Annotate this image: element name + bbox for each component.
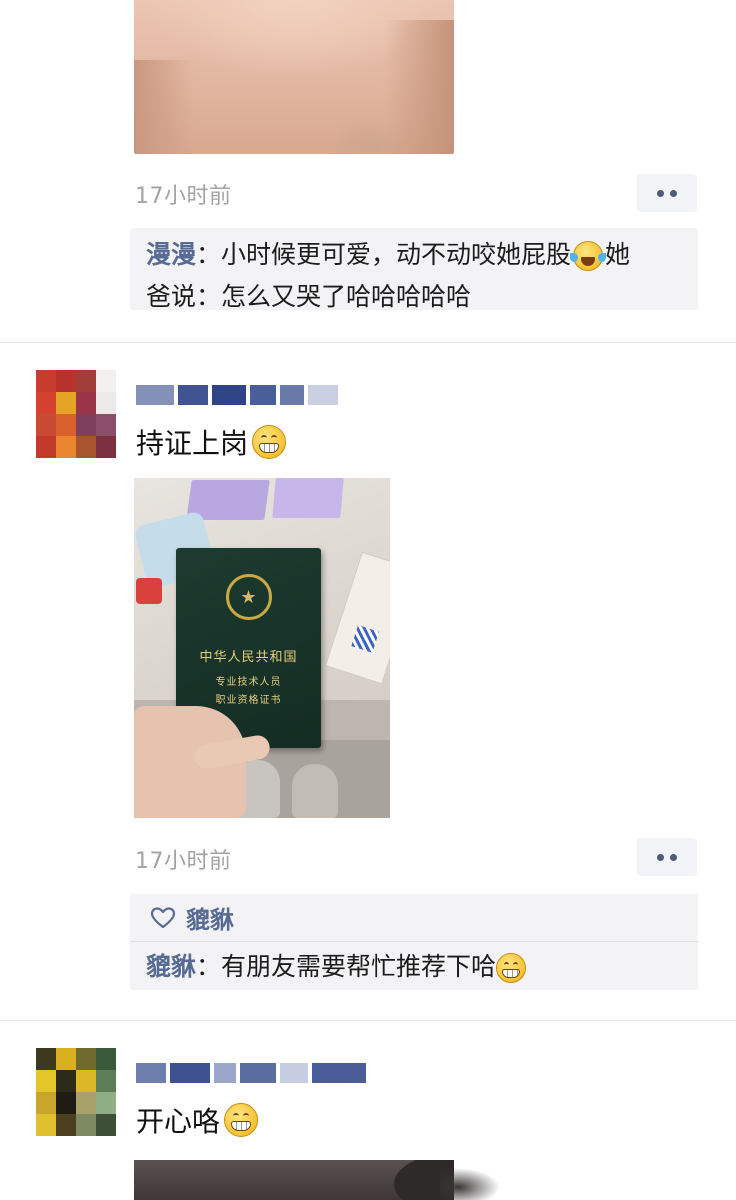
comment-text-tail: 她 xyxy=(605,240,631,269)
moments-feed: 17小时前 漫漫：小时候更可爱，动不动咬她屁股 她 爸说：怎么又哭了哈哈哈哈哈 持… xyxy=(0,0,736,1200)
post-divider xyxy=(0,1020,736,1021)
post-photo[interactable] xyxy=(134,0,454,154)
comment-text-continued: 爸说：怎么又哭了哈哈哈哈哈 xyxy=(146,282,472,311)
dot-icon xyxy=(670,189,677,197)
author-name-pixelated[interactable] xyxy=(136,1060,366,1086)
grinning-face-icon xyxy=(252,425,287,459)
post-timestamp: 17小时前 xyxy=(135,184,232,209)
comment-text: ：小时候更可爱，动不动咬她屁股 xyxy=(196,240,572,269)
post-photo[interactable]: ★ 中华人民共和国 专业技术人员 职业资格证书 xyxy=(134,478,390,818)
red-object xyxy=(136,578,162,604)
liker-name[interactable]: 貔貅 xyxy=(186,900,234,935)
certificate-subtitle: 专业技术人员 xyxy=(215,677,282,688)
more-options-button[interactable] xyxy=(637,838,697,876)
avatar[interactable] xyxy=(36,370,116,458)
comment-item[interactable]: 貔貅：有朋友需要帮忙推荐下哈 xyxy=(146,946,527,988)
comment-item[interactable]: 漫漫：小时候更可爱，动不动咬她屁股 她 xyxy=(146,234,698,276)
post-timestamp: 17小时前 xyxy=(135,849,232,874)
more-options-button[interactable] xyxy=(637,174,697,212)
heart-icon xyxy=(150,906,176,928)
post-text-content: 开心咯 xyxy=(136,1105,221,1138)
post-text: 开心咯 xyxy=(136,1100,259,1140)
comment-text: ：有朋友需要帮忙推荐下哈 xyxy=(196,952,497,981)
comment-author[interactable]: 貔貅 xyxy=(146,952,196,981)
tissue-box xyxy=(272,478,344,518)
qr-code-icon xyxy=(351,625,380,653)
avatar[interactable] xyxy=(36,1048,116,1136)
grinning-face-icon xyxy=(224,1103,259,1137)
slipper xyxy=(292,764,338,818)
photo-detail xyxy=(440,1168,500,1200)
certificate-subtitle: 职业资格证书 xyxy=(215,695,282,706)
national-emblem-icon: ★ xyxy=(225,574,272,620)
author-name-pixelated[interactable] xyxy=(136,382,338,408)
dot-icon xyxy=(670,853,677,861)
post-text-content: 持证上岗 xyxy=(136,427,249,460)
post-photo[interactable] xyxy=(134,1160,454,1200)
post-text: 持证上岗 xyxy=(136,422,287,462)
dot-icon xyxy=(657,189,664,197)
grinning-face-icon xyxy=(496,953,527,983)
paper-card xyxy=(324,551,390,685)
photo-shade xyxy=(384,20,454,154)
likes-row: 貔貅 xyxy=(130,894,698,942)
dot-icon xyxy=(657,853,664,861)
comment-author[interactable]: 漫漫 xyxy=(146,240,196,269)
post-divider xyxy=(0,342,736,343)
face-with-tears-of-joy-icon xyxy=(570,241,604,271)
certificate-title: 中华人民共和国 xyxy=(199,650,298,665)
photo-shade xyxy=(134,60,194,154)
comment-section: 漫漫：小时候更可爱，动不动咬她屁股 她 爸说：怎么又哭了哈哈哈哈哈 xyxy=(130,228,698,311)
likes-comments-section: 貔貅 貔貅：有朋友需要帮忙推荐下哈 xyxy=(130,894,698,990)
